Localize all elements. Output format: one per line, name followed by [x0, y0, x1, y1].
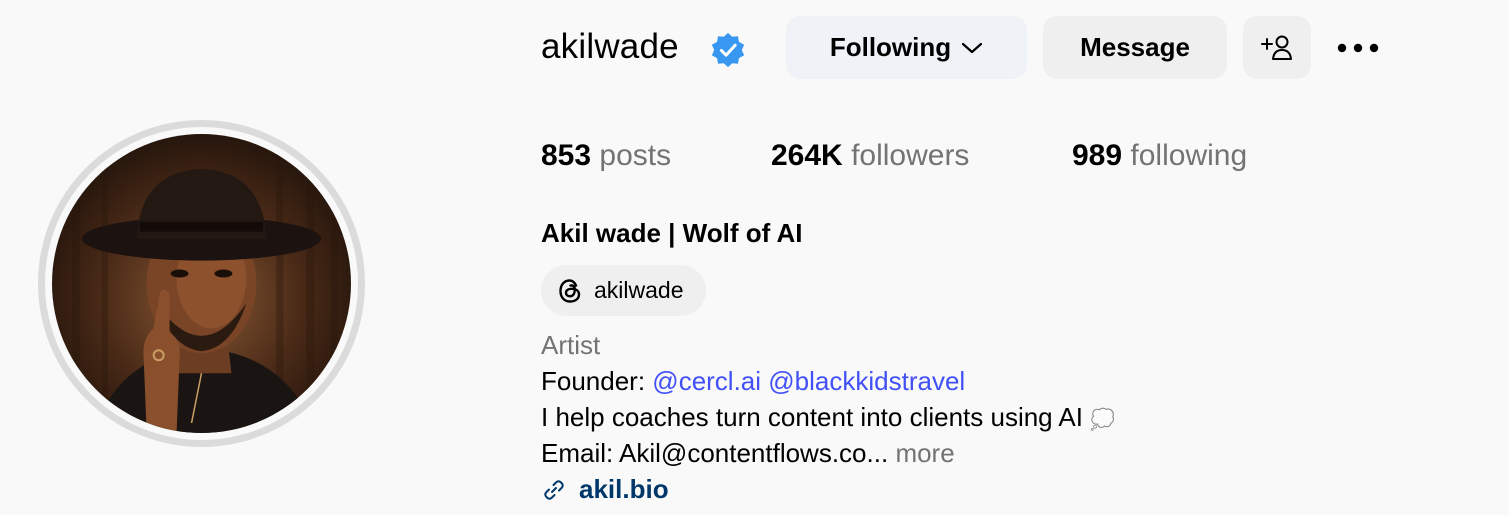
link-icon — [544, 479, 564, 500]
following-count: 989 — [1072, 139, 1123, 172]
posts-count: 853 — [541, 139, 592, 172]
following-button[interactable]: Following — [786, 16, 1027, 79]
username: akilwade — [541, 27, 679, 66]
verified-badge-icon — [711, 32, 745, 68]
following-label-stat: following — [1130, 139, 1248, 172]
threads-handle: akilwade — [594, 277, 684, 303]
chevron-down-icon — [962, 42, 983, 53]
stat-posts: 853 posts — [541, 139, 671, 173]
followers-label: followers — [851, 139, 970, 172]
full-name: Akil wade | Wolf of AI — [541, 218, 803, 248]
bio-email-line: Email: Akil@contentflows.co... more — [541, 438, 955, 469]
founder-prefix: Founder: — [541, 366, 653, 396]
message-button[interactable]: Message — [1043, 16, 1227, 79]
external-link[interactable]: akil.bio — [541, 474, 669, 505]
avatar-photo — [71, 134, 338, 433]
bio-email: Email: Akil@contentflows.co... — [541, 438, 889, 468]
followers-count: 264K — [771, 139, 843, 172]
mention-link[interactable]: @blackkidstravel — [768, 366, 965, 396]
more-options-icon[interactable] — [1333, 32, 1383, 64]
add-user-button[interactable] — [1243, 16, 1311, 79]
add-user-icon — [1261, 35, 1292, 60]
profile-page: akilwade Following Message 853 posts 264… — [0, 0, 1509, 515]
more-link[interactable]: more — [895, 438, 954, 468]
category-label: Artist — [541, 330, 601, 360]
bio-founder-line: Founder: @cercl.ai @blackkidstravel — [541, 366, 965, 397]
avatar[interactable] — [52, 134, 351, 433]
bio-description: I help coaches turn content into clients… — [541, 402, 1084, 432]
following-label: Following — [829, 32, 952, 62]
thought-bubble-emoji: 💭 — [1090, 409, 1116, 431]
bio-description-line: I help coaches turn content into clients… — [541, 402, 1115, 433]
mention-link[interactable]: @cercl.ai — [652, 366, 761, 396]
stat-following[interactable]: 989 following — [1072, 139, 1247, 173]
threads-icon — [559, 278, 581, 303]
link-text: akil.bio — [579, 474, 669, 504]
threads-link[interactable]: akilwade — [541, 265, 706, 316]
posts-label: posts — [599, 139, 672, 172]
stat-followers[interactable]: 264K followers — [771, 139, 969, 173]
